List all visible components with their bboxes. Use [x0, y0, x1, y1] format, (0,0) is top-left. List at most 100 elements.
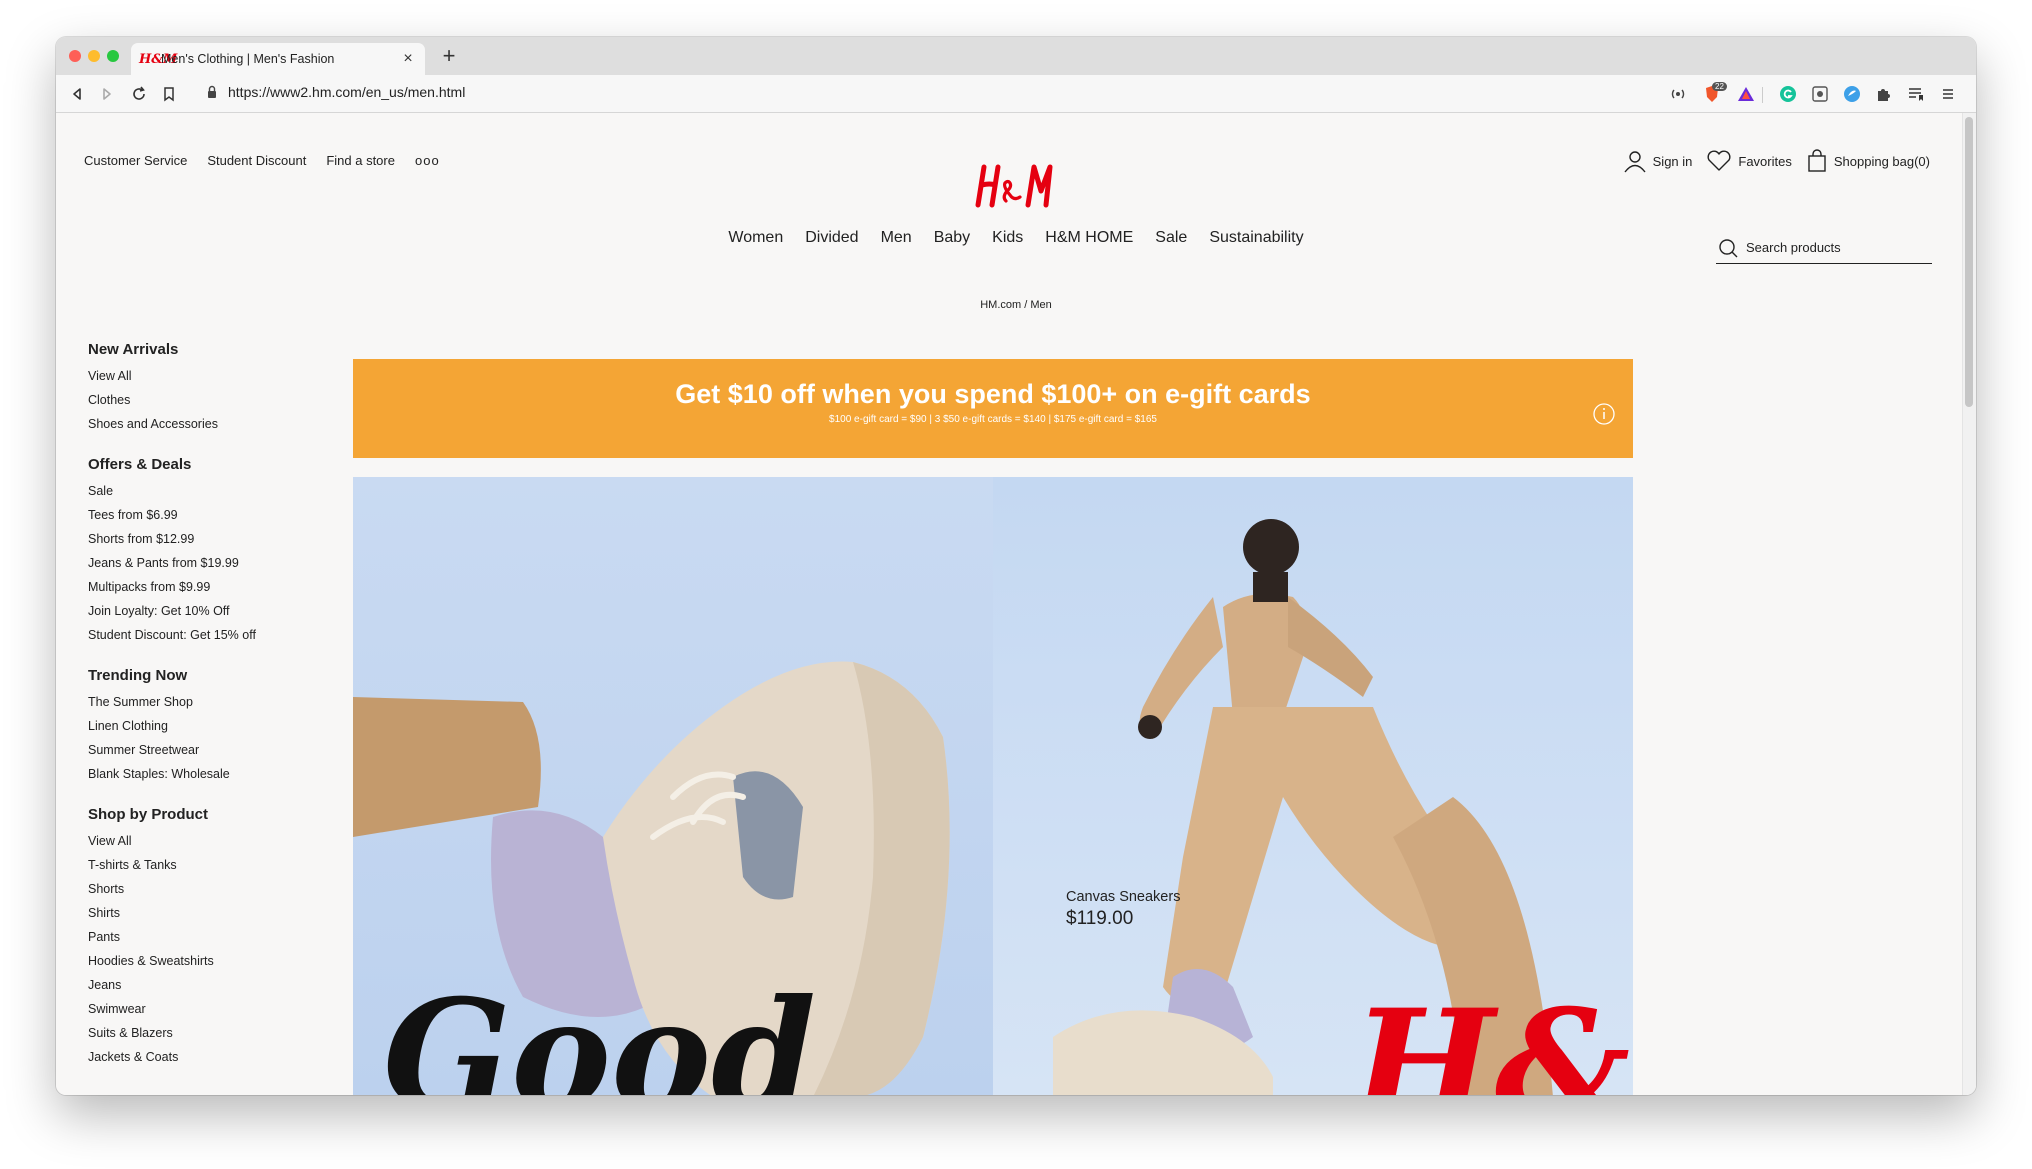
- nav-baby[interactable]: Baby: [934, 229, 970, 247]
- sidebar-link[interactable]: Jeans: [88, 973, 308, 997]
- tab-bar: H&M Men's Clothing | Men's Fashion × +: [56, 37, 1976, 75]
- bird-extension-icon[interactable]: [1842, 84, 1862, 104]
- back-arrow-icon: [73, 88, 81, 100]
- sidebar-link[interactable]: Shirts: [88, 901, 308, 925]
- user-icon: [1624, 151, 1646, 173]
- grammarly-icon[interactable]: [1778, 84, 1798, 104]
- sidebar-link[interactable]: Clothes: [88, 388, 308, 412]
- sidebar-link[interactable]: Summer Streetwear: [88, 738, 308, 762]
- maximize-window-button[interactable]: [107, 50, 119, 62]
- promo-banner[interactable]: Get $10 off when you spend $100+ on e-gi…: [353, 359, 1633, 458]
- screenshot-extension-icon[interactable]: [1810, 84, 1830, 104]
- sidebar-link[interactable]: Shoes and Accessories: [88, 412, 308, 436]
- favorites-button[interactable]: Favorites: [1706, 149, 1792, 173]
- nav-kids[interactable]: Kids: [992, 229, 1023, 247]
- customer-service-link[interactable]: Customer Service: [84, 153, 187, 168]
- sidebar-link[interactable]: Shorts from $12.99: [88, 527, 308, 551]
- sidebar-link[interactable]: The Summer Shop: [88, 690, 308, 714]
- close-tab-icon[interactable]: ×: [399, 50, 417, 68]
- new-tab-button[interactable]: +: [436, 43, 462, 69]
- sidebar-link[interactable]: Shorts: [88, 877, 308, 901]
- tab-title: Men's Clothing | Men's Fashion: [161, 52, 335, 66]
- sidebar-section-offers: Offers & Deals Sale Tees from $6.99 Shor…: [88, 456, 308, 647]
- broadcast-icon[interactable]: [1668, 84, 1688, 104]
- sign-in-button[interactable]: Sign in: [1623, 149, 1693, 173]
- nav-sustainability[interactable]: Sustainability: [1209, 229, 1303, 247]
- sidebar-link[interactable]: Hoodies & Sweatshirts: [88, 949, 308, 973]
- window-controls: [69, 50, 119, 62]
- minimize-window-button[interactable]: [88, 50, 100, 62]
- forward-arrow-icon: [103, 88, 111, 100]
- promo-subline: $100 e-gift card = $90 | 3 $50 e-gift ca…: [829, 414, 1157, 425]
- nav-divided[interactable]: Divided: [805, 229, 858, 247]
- nav-women[interactable]: Women: [728, 229, 783, 247]
- sidebar-link[interactable]: Jeans & Pants from $19.99: [88, 551, 308, 575]
- brave-rewards-icon[interactable]: [1736, 84, 1756, 104]
- sidebar-link[interactable]: Join Loyalty: Get 10% Off: [88, 599, 308, 623]
- bookmark-icon: [164, 87, 174, 102]
- more-options-button[interactable]: ooo: [415, 153, 440, 168]
- page-viewport: Customer Service Student Discount Find a…: [56, 113, 1976, 1095]
- bookmark-button[interactable]: [158, 83, 180, 105]
- back-button[interactable]: [66, 83, 88, 105]
- close-window-button[interactable]: [69, 50, 81, 62]
- address-bar[interactable]: https://www2.hm.com/en_us/men.html: [228, 84, 465, 100]
- category-sidebar: New Arrivals View All Clothes Shoes and …: [88, 341, 308, 1089]
- sidebar-heading: Trending Now: [88, 667, 188, 684]
- menu-icon[interactable]: [1938, 84, 1958, 104]
- hm-favicon-icon: H&M: [139, 51, 178, 67]
- sidebar-link[interactable]: View All: [88, 829, 308, 853]
- product-price: $119.00: [1066, 908, 1134, 929]
- sidebar-link[interactable]: Suits & Blazers: [88, 1021, 308, 1045]
- shopping-bag-button[interactable]: Shopping bag(0): [1806, 149, 1930, 173]
- hero-image[interactable]: Good H&M: [353, 477, 1633, 1095]
- sidebar-section-shop-by-product: Shop by Product View All T-shirts & Tank…: [88, 806, 308, 1069]
- active-tab[interactable]: H&M Men's Clothing | Men's Fashion ×: [131, 43, 425, 75]
- reload-button[interactable]: [128, 83, 150, 105]
- main-navigation: Women Divided Men Baby Kids H&M HOME Sal…: [56, 229, 1976, 247]
- favorites-label: Favorites: [1738, 153, 1792, 169]
- sidebar-link[interactable]: Student Discount: Get 15% off: [88, 623, 308, 647]
- utility-links: Customer Service Student Discount Find a…: [84, 153, 440, 168]
- shield-badge: 22: [1712, 82, 1727, 91]
- lock-icon: [206, 85, 218, 104]
- shopping-bag-label: Shopping bag(0): [1833, 153, 1930, 169]
- hero-overlay-logo: H&M: [1349, 977, 1633, 1095]
- forward-button[interactable]: [96, 83, 118, 105]
- model-left-hand: [1138, 715, 1162, 739]
- sign-in-label: Sign in: [1652, 153, 1693, 169]
- student-discount-link[interactable]: Student Discount: [207, 153, 306, 168]
- info-icon[interactable]: [1593, 403, 1615, 430]
- browser-window: H&M Men's Clothing | Men's Fashion × + h…: [56, 37, 1976, 1095]
- puzzle-extensions-icon[interactable]: [1874, 84, 1894, 104]
- scrollbar[interactable]: [1962, 113, 1976, 1095]
- product-tag[interactable]: Canvas Sneakers $119.00: [1066, 889, 1180, 930]
- sidebar-link[interactable]: Jackets & Coats: [88, 1045, 308, 1069]
- sidebar-link[interactable]: Multipacks from $9.99: [88, 575, 308, 599]
- brave-shield-icon[interactable]: 22: [1702, 82, 1727, 104]
- sidebar-link[interactable]: Blank Staples: Wholesale: [88, 762, 308, 786]
- scrollbar-thumb[interactable]: [1965, 117, 1973, 407]
- hm-logo[interactable]: [974, 161, 1054, 209]
- reading-list-icon[interactable]: [1906, 84, 1926, 104]
- sidebar-heading: Shop by Product: [88, 806, 208, 823]
- sidebar-link[interactable]: View All: [88, 364, 308, 388]
- sidebar-link[interactable]: Linen Clothing: [88, 714, 308, 738]
- sidebar-link[interactable]: Tees from $6.99: [88, 503, 308, 527]
- sidebar-link[interactable]: Sale: [88, 479, 308, 503]
- search-input[interactable]: [1746, 240, 1926, 255]
- model-head: [1243, 519, 1299, 575]
- search-bar: [1716, 232, 1932, 264]
- breadcrumb[interactable]: HM.com / Men: [56, 299, 1976, 311]
- nav-hm-home[interactable]: H&M HOME: [1045, 229, 1133, 247]
- nav-sale[interactable]: Sale: [1155, 229, 1187, 247]
- sidebar-link[interactable]: Swimwear: [88, 997, 308, 1021]
- nav-men[interactable]: Men: [881, 229, 912, 247]
- find-store-link[interactable]: Find a store: [326, 153, 395, 168]
- sidebar-link[interactable]: T-shirts & Tanks: [88, 853, 308, 877]
- promo-headline: Get $10 off when you spend $100+ on e-gi…: [675, 379, 1311, 409]
- search-icon[interactable]: [1718, 238, 1738, 258]
- sidebar-link[interactable]: Pants: [88, 925, 308, 949]
- product-name: Canvas Sneakers: [1066, 889, 1181, 905]
- shopping-bag-icon: [1808, 149, 1826, 172]
